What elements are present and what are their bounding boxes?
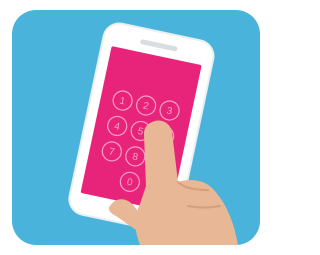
app-icon-tile: 1234567890	[12, 10, 260, 245]
stage: 1234567890	[0, 0, 271, 255]
phone-keypad-illustration: 1234567890	[12, 10, 260, 245]
